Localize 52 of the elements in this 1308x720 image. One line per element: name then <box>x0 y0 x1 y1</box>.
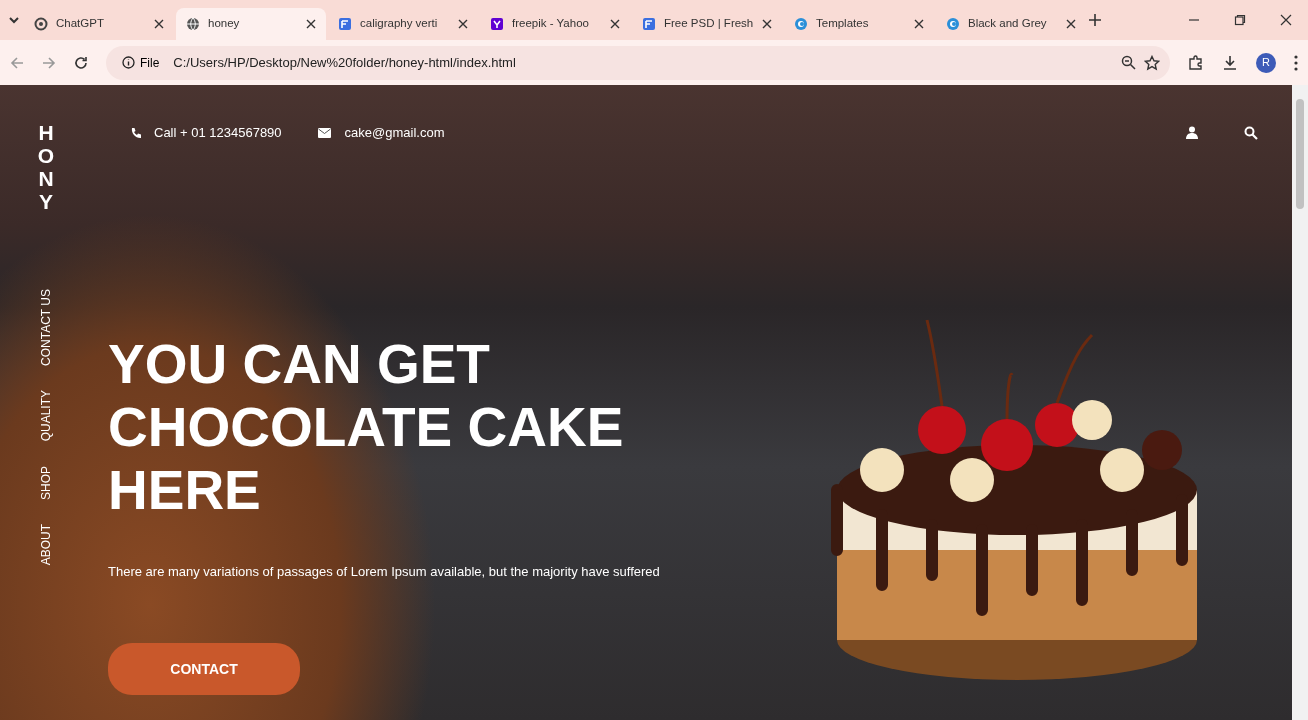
forward-arrow-icon[interactable] <box>42 55 56 70</box>
close-icon[interactable] <box>610 19 620 29</box>
download-icon[interactable] <box>1222 54 1238 71</box>
search-icon[interactable] <box>1244 125 1258 140</box>
restore-icon[interactable] <box>1234 14 1246 26</box>
address-bar[interactable]: File C:/Users/HP/Desktop/New%20folder/honey-html/index.html <box>106 45 1170 80</box>
user-icon[interactable] <box>1186 126 1198 140</box>
browser-tab[interactable]: freepik - Yahoo <box>480 8 630 40</box>
browser-tab[interactable]: honey <box>176 8 326 40</box>
scrollbar-thumb[interactable] <box>1296 99 1304 209</box>
close-icon[interactable] <box>1280 14 1292 26</box>
hero-title: YOU CAN GET CHOCOLATE CAKE HERE <box>108 332 625 522</box>
url-text: C:/Users/HP/Desktop/New%20folder/honey-html/index.html <box>173 53 517 72</box>
reload-icon[interactable] <box>74 55 88 70</box>
globe-icon <box>186 17 200 31</box>
site-info-chip[interactable]: File <box>116 53 166 72</box>
info-icon <box>122 56 135 69</box>
close-icon[interactable] <box>762 19 772 29</box>
close-icon[interactable] <box>154 19 164 29</box>
more-menu-icon[interactable] <box>1294 54 1298 71</box>
document-icon <box>642 17 656 31</box>
phone-number: Call + 01 1234567890 <box>154 124 282 142</box>
site-logo[interactable]: HONY <box>35 121 57 214</box>
star-icon[interactable] <box>1144 54 1160 71</box>
nav-link[interactable]: QUALITY <box>37 390 55 442</box>
close-icon[interactable] <box>914 19 924 29</box>
close-icon[interactable] <box>1066 19 1076 29</box>
nav-link[interactable]: CONTACT US <box>37 289 55 367</box>
phone-icon <box>130 126 142 139</box>
circle-logo-icon <box>794 17 808 31</box>
flower-logo-icon <box>34 17 48 31</box>
close-icon[interactable] <box>458 19 468 29</box>
envelope-icon <box>317 127 331 138</box>
back-arrow-icon[interactable] <box>10 55 24 70</box>
contact-button[interactable]: CONTACT <box>108 643 300 695</box>
puzzle-piece-icon[interactable] <box>1188 54 1204 71</box>
circle-logo-icon <box>946 17 960 31</box>
browser-tab[interactable]: Templates <box>784 8 934 40</box>
browser-tab[interactable]: ChatGPT <box>24 8 174 40</box>
nav-link[interactable]: ABOUT <box>37 523 55 565</box>
zoom-out-icon[interactable] <box>1121 55 1136 70</box>
document-icon <box>338 17 352 31</box>
email-address: cake@gmail.com <box>344 124 445 142</box>
y-logo-icon <box>490 17 504 31</box>
nav-link[interactable]: SHOP <box>37 465 55 500</box>
hero-description: There are many variations of passages of Lorem Ipsum available, but the majority have suffered <box>108 562 661 581</box>
browser-tab[interactable]: Free PSD | Fresh <box>632 8 782 40</box>
profile-avatar[interactable]: R <box>1256 52 1276 73</box>
browser-tab[interactable]: Black and Grey <box>936 8 1086 40</box>
browser-tab[interactable]: caligraphy verti <box>328 8 478 40</box>
new-tab-plus-icon[interactable] <box>1088 13 1102 27</box>
close-icon[interactable] <box>306 19 316 29</box>
